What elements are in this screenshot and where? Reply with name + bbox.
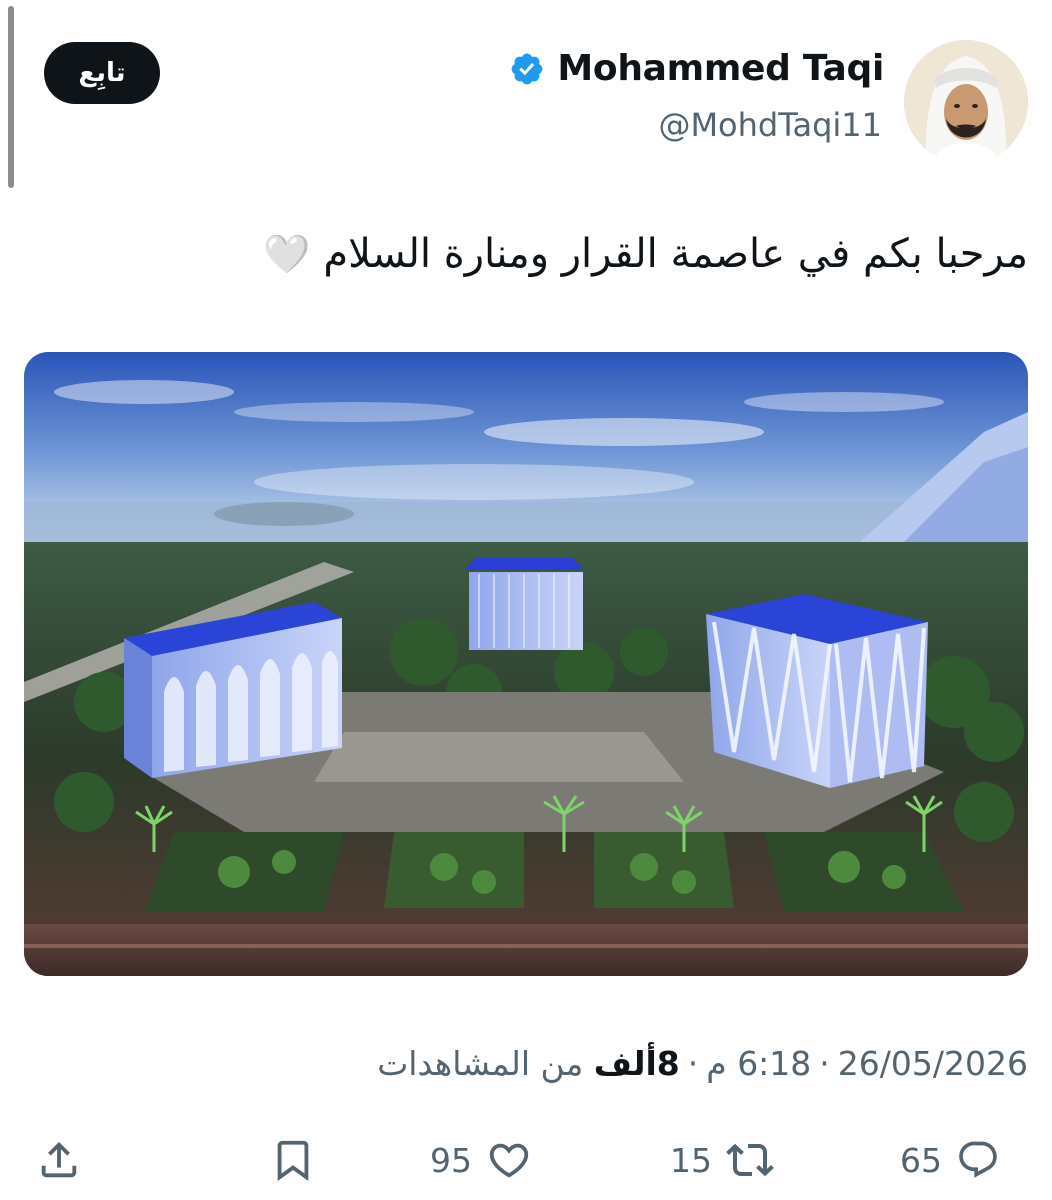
author-name-row[interactable]: Mohammed Taqi	[509, 48, 884, 89]
views-label: من المشاهدات	[377, 1044, 584, 1083]
heart-icon	[489, 1143, 529, 1178]
bookmark-button[interactable]	[270, 1130, 316, 1190]
meta-separator: ·	[687, 1044, 699, 1083]
meta-separator: ·	[819, 1044, 830, 1083]
views-count: 8ألف	[593, 1044, 680, 1083]
tweet-date[interactable]: 26/05/2026	[838, 1044, 1028, 1083]
bookmark-icon	[277, 1140, 309, 1181]
avatar[interactable]	[904, 40, 1028, 164]
author-handle[interactable]: @MohdTaqi11	[658, 106, 882, 144]
like-count: 95	[430, 1140, 472, 1180]
follow-button[interactable]: تابِع	[44, 42, 160, 104]
tweet-text-content: مرحبا بكم في عاصمة القرار ومنارة السلام	[323, 231, 1028, 277]
tweet-detail-page: تابِع Mohammed Taqi @MohdTaqi11 مرحبا بك…	[0, 0, 1052, 1200]
avatar-image	[904, 40, 1028, 164]
reply-button[interactable]: 65	[900, 1130, 1000, 1190]
retweet-button[interactable]: 15	[670, 1130, 774, 1190]
like-button[interactable]: 95	[430, 1130, 532, 1190]
white-heart-emoji: 🤍	[263, 232, 311, 277]
author-display-name[interactable]: Mohammed Taqi	[557, 48, 884, 89]
share-button[interactable]	[36, 1130, 82, 1190]
reply-count: 65	[900, 1140, 942, 1180]
verified-badge-icon	[511, 53, 543, 84]
retweet-count: 15	[670, 1140, 712, 1180]
scroll-indicator[interactable]	[8, 6, 14, 188]
tweet-media-image[interactable]	[24, 352, 1028, 976]
tweet-text: مرحبا بكم في عاصمة القرار ومنارة السلام …	[208, 228, 1028, 280]
tweet-action-bar: 65 15 95	[0, 1120, 1052, 1200]
abrahamic-family-house-render	[24, 352, 1028, 976]
reply-icon	[959, 1141, 997, 1178]
tweet-time[interactable]: 6:18 م	[706, 1044, 811, 1083]
tweet-meta: 26/05/2026 · 6:18 م · 8ألف من المشاهدات	[377, 1044, 1028, 1083]
share-icon	[41, 1141, 77, 1178]
retweet-icon	[726, 1143, 774, 1177]
